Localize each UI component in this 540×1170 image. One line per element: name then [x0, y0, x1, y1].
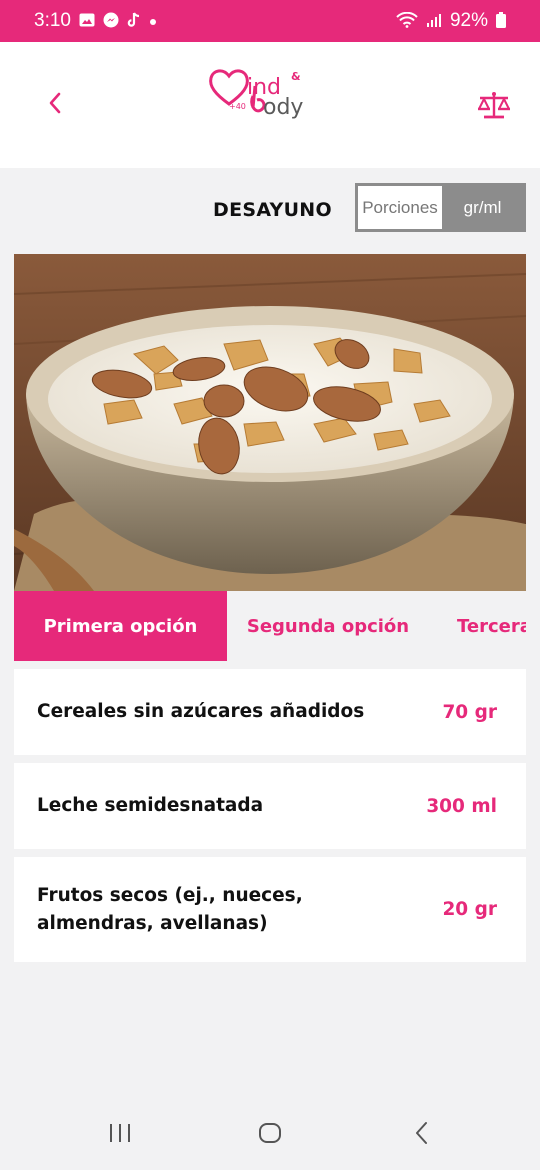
recent-apps-icon	[110, 1124, 130, 1142]
chevron-left-icon	[49, 92, 61, 114]
app-header: ind & +40 ody	[0, 42, 540, 168]
home-button[interactable]	[258, 1121, 282, 1149]
gallery-icon	[79, 13, 95, 30]
food-item: Cereales sin azúcares añadidos 70 gr	[14, 669, 526, 755]
status-bar: 3:10 92%	[0, 0, 540, 42]
logo-age-tag: +40	[229, 102, 246, 111]
food-item-name: Cereales sin azúcares añadidos	[37, 701, 365, 722]
unit-option-porciones[interactable]: Porciones	[358, 186, 442, 229]
tab-tercera-opcion[interactable]: Tercera	[438, 591, 526, 661]
unit-toggle: Porciones gr/ml	[355, 183, 526, 232]
food-item-quantity: 20 gr	[442, 899, 497, 920]
signal-icon	[426, 12, 442, 31]
mind-body-logo: ind & +40 ody	[205, 62, 335, 122]
battery-percent: 92%	[449, 10, 488, 31]
logo-ampersand: &	[291, 70, 301, 83]
tab-primera-opcion[interactable]: Primera opción	[14, 591, 227, 661]
battery-icon	[496, 11, 506, 31]
food-item: Leche semidesnatada 300 ml	[14, 763, 526, 849]
tab-segunda-opcion[interactable]: Segunda opción	[240, 591, 416, 661]
food-item-name: Leche semidesnatada	[37, 795, 264, 816]
unit-option-gr-ml[interactable]: gr/ml	[442, 186, 523, 229]
tiktok-icon	[127, 11, 141, 31]
dot-icon	[149, 14, 157, 29]
scale-icon	[478, 92, 510, 119]
status-left: 3:10	[34, 10, 157, 32]
back-nav-button[interactable]	[412, 1121, 432, 1149]
food-item-quantity: 300 ml	[426, 795, 497, 817]
food-item: Frutos secos (ej., nueces, almendras, av…	[14, 857, 526, 962]
home-icon	[259, 1123, 281, 1143]
status-right: 92%	[396, 10, 506, 32]
meal-photo	[14, 254, 526, 591]
back-button[interactable]	[40, 88, 70, 118]
food-item-name: Frutos secos (ej., nueces, almendras, av…	[37, 884, 303, 934]
scale-button[interactable]	[476, 88, 512, 122]
meal-row: DESAYUNO Porciones gr/ml	[0, 183, 540, 233]
option-tabs: Primera opción Segunda opción Tercera	[14, 591, 526, 661]
status-time: 3:10	[34, 10, 71, 31]
messenger-icon	[103, 12, 119, 31]
back-nav-icon	[416, 1122, 427, 1144]
food-item-quantity: 70 gr	[442, 701, 497, 723]
logo-text-bottom: ody	[263, 95, 303, 120]
wifi-icon	[396, 11, 418, 31]
system-nav-bar	[0, 1103, 540, 1170]
meal-title: DESAYUNO	[213, 199, 332, 221]
recent-apps-button[interactable]	[108, 1121, 132, 1149]
